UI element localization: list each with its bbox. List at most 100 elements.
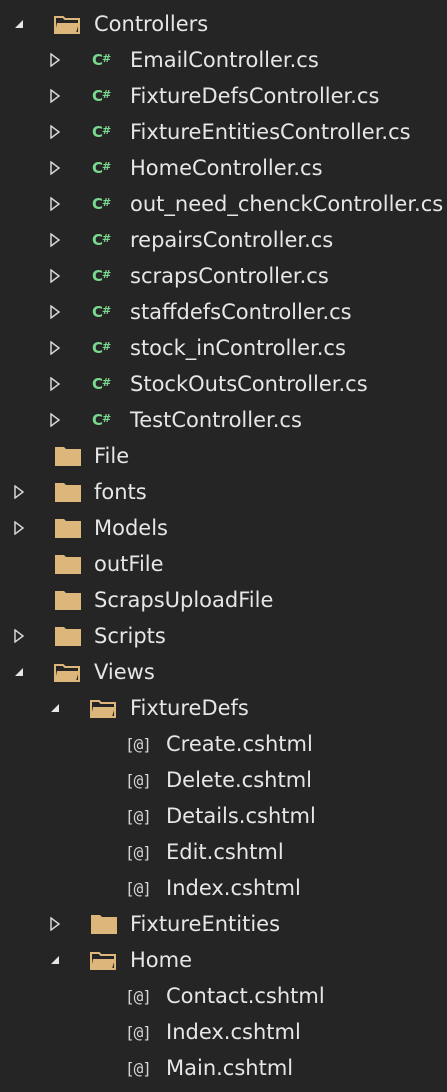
razor-file-icon: [@] — [125, 1058, 152, 1078]
csharp-glyph: C — [92, 123, 103, 141]
collapsed-arrow-icon[interactable] — [45, 78, 65, 114]
file-label: out_need_chenckController.cs — [130, 192, 444, 216]
tree-node-scrapsuploadfile[interactable]: ScrapsUploadFile — [0, 582, 447, 618]
expanded-arrow-icon[interactable] — [9, 6, 29, 42]
collapsed-arrow-icon[interactable] — [45, 258, 65, 294]
tree-node-label: ScrapsUploadFile — [94, 588, 274, 612]
collapsed-arrow-icon[interactable] — [45, 330, 65, 366]
tree-node-label: Home — [130, 948, 193, 972]
csharp-file-icon: C # — [92, 186, 111, 222]
tree-node-file[interactable]: [@] Details.cshtml — [0, 798, 447, 834]
tree-node-label: outFile — [94, 552, 164, 576]
csharp-file-icon: C # — [92, 294, 111, 330]
csharp-file-icon: C # — [92, 42, 111, 78]
collapsed-arrow-icon[interactable] — [45, 42, 65, 78]
tree-node-label: FixtureDefs — [130, 696, 249, 720]
tree-node-fixturedefs[interactable]: FixtureDefs — [0, 690, 447, 726]
folder-icon — [54, 546, 82, 582]
csharp-file-icon: C # — [92, 258, 111, 294]
file-label: Main.cshtml — [166, 1056, 294, 1080]
tree-node-models[interactable]: Models — [0, 510, 447, 546]
csharp-glyph-sharp: # — [102, 51, 111, 65]
csharp-glyph-sharp: # — [102, 159, 111, 173]
file-label: scrapsController.cs — [130, 264, 329, 288]
csharp-file-icon: C # — [92, 402, 111, 438]
tree-node-file[interactable]: [@] Index.cshtml — [0, 870, 447, 906]
csharp-glyph: C — [92, 231, 103, 249]
tree-node-label: Models — [94, 516, 168, 540]
expanded-arrow-icon[interactable] — [9, 654, 29, 690]
tree-node-scripts[interactable]: Scripts — [0, 618, 447, 654]
tree-node-file[interactable]: C # HomeController.cs — [0, 150, 447, 186]
expanded-arrow-icon[interactable] — [45, 690, 65, 726]
tree-node-fonts[interactable]: fonts — [0, 474, 447, 510]
tree-node-file[interactable]: C # FixtureDefsController.cs — [0, 78, 447, 114]
razor-file-icon: [@] — [125, 1022, 152, 1042]
file-label: Delete.cshtml — [166, 768, 312, 792]
file-label: staffdefsController.cs — [130, 300, 352, 324]
file-label: TestController.cs — [130, 408, 302, 432]
tree-node-file[interactable]: C # FixtureEntitiesController.cs — [0, 114, 447, 150]
tree-node-file[interactable]: C # repairsController.cs — [0, 222, 447, 258]
tree-node-file[interactable]: [@] Delete.cshtml — [0, 762, 447, 798]
csharp-file-icon: C # — [92, 330, 111, 366]
tree-node-file[interactable]: [@] Contact.cshtml — [0, 978, 447, 1014]
tree-node-views[interactable]: Views — [0, 654, 447, 690]
tree-node-file[interactable]: [@] Index.cshtml — [0, 1014, 447, 1050]
tree-node-file[interactable]: [@] Create.cshtml — [0, 726, 447, 762]
csharp-glyph: C — [92, 411, 103, 429]
tree-node-file[interactable]: C # EmailController.cs — [0, 42, 447, 78]
collapsed-arrow-icon[interactable] — [45, 366, 65, 402]
tree-node-file[interactable]: [@] Main.cshtml — [0, 1050, 447, 1086]
csharp-glyph-sharp: # — [102, 339, 111, 353]
tree-node-file[interactable]: C # scrapsController.cs — [0, 258, 447, 294]
file-label: Contact.cshtml — [166, 984, 325, 1008]
csharp-glyph-sharp: # — [102, 123, 111, 137]
csharp-glyph-sharp: # — [102, 411, 111, 425]
folder-icon — [54, 474, 82, 510]
tree-node-file[interactable]: C # staffdefsController.cs — [0, 294, 447, 330]
csharp-glyph-sharp: # — [102, 375, 111, 389]
tree-node-outfile[interactable]: outFile — [0, 546, 447, 582]
collapsed-arrow-icon[interactable] — [9, 474, 29, 510]
tree-node-file-folder[interactable]: File — [0, 438, 447, 474]
tree-node-controllers[interactable]: Controllers — [0, 6, 447, 42]
collapsed-arrow-icon[interactable] — [45, 186, 65, 222]
collapsed-arrow-icon[interactable] — [9, 510, 29, 546]
file-label: Create.cshtml — [166, 732, 313, 756]
razor-file-icon: [@] — [125, 770, 152, 790]
csharp-file-icon: C # — [92, 114, 111, 150]
folder-open-icon — [90, 942, 116, 978]
file-label: stock_inController.cs — [130, 336, 346, 360]
file-label: StockOutsController.cs — [130, 372, 368, 396]
razor-file-icon: [@] — [125, 734, 152, 754]
tree-node-file[interactable]: [@] Edit.cshtml — [0, 834, 447, 870]
tree-node-file[interactable]: C # StockOutsController.cs — [0, 366, 447, 402]
razor-file-icon: [@] — [125, 806, 152, 826]
file-label: EmailController.cs — [130, 48, 319, 72]
collapsed-arrow-icon[interactable] — [45, 906, 65, 942]
tree-node-label: fonts — [94, 480, 147, 504]
tree-node-file[interactable]: C # out_need_chenckController.cs — [0, 186, 447, 222]
expanded-arrow-icon[interactable] — [45, 942, 65, 978]
tree-node-home[interactable]: Home — [0, 942, 447, 978]
razor-file-icon: [@] — [125, 986, 152, 1006]
collapsed-arrow-icon[interactable] — [45, 150, 65, 186]
csharp-glyph-sharp: # — [102, 303, 111, 317]
file-label: Details.cshtml — [166, 804, 316, 828]
tree-node-file[interactable]: C # TestController.cs — [0, 402, 447, 438]
file-label: Index.cshtml — [166, 876, 301, 900]
folder-icon — [54, 582, 82, 618]
collapsed-arrow-icon[interactable] — [45, 402, 65, 438]
tree-node-file[interactable]: C # stock_inController.cs — [0, 330, 447, 366]
file-label: Edit.cshtml — [166, 840, 284, 864]
collapsed-arrow-icon[interactable] — [9, 618, 29, 654]
csharp-file-icon: C # — [92, 366, 111, 402]
solution-explorer-tree: Controllers C # EmailController.cs C # Fix… — [0, 0, 447, 1092]
collapsed-arrow-icon[interactable] — [45, 294, 65, 330]
collapsed-arrow-icon[interactable] — [45, 222, 65, 258]
collapsed-arrow-icon[interactable] — [45, 114, 65, 150]
csharp-file-icon: C # — [92, 78, 111, 114]
tree-node-fixtureentities[interactable]: FixtureEntities — [0, 906, 447, 942]
csharp-glyph-sharp: # — [102, 195, 111, 209]
